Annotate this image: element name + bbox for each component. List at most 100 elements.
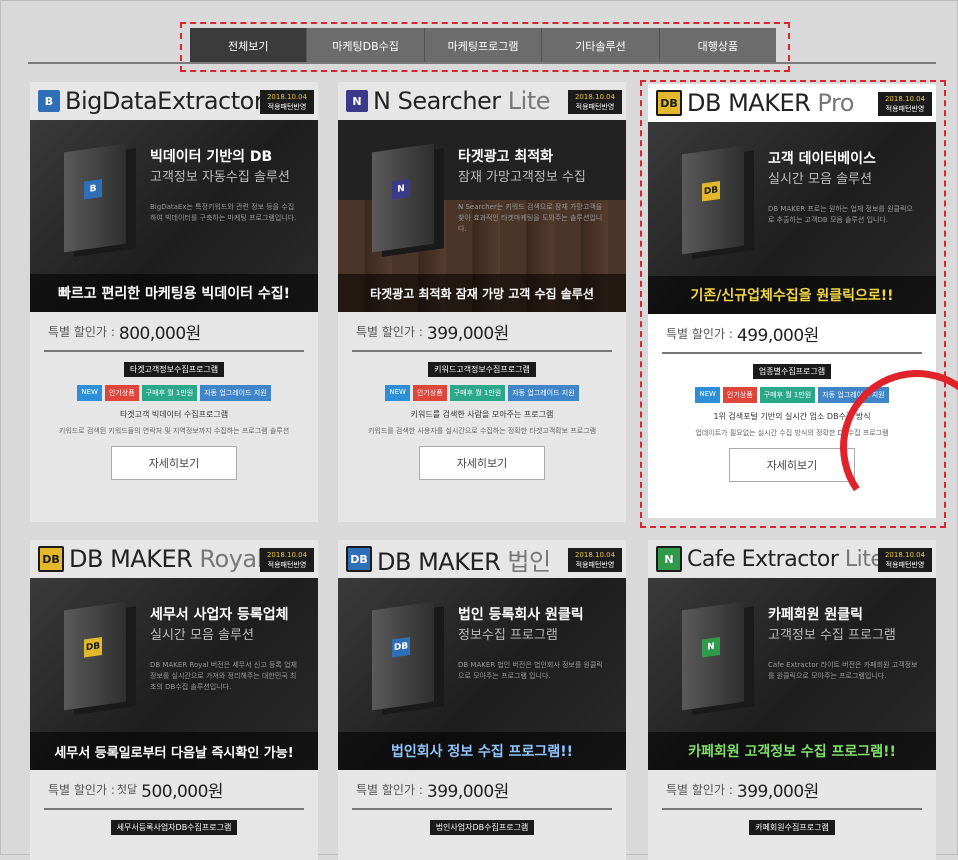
banner-tagline: 타겟광고 최적화 잠재 가망 고객 수집 솔루션 xyxy=(338,274,626,312)
nav-tab-marketing-db[interactable]: 마케팅DB수집 xyxy=(307,28,425,64)
product-banner[interactable]: DB 법인 등록회사 원클릭 정보수집 프로그램 DB MAKER 법인 버전은… xyxy=(338,578,626,770)
banner-description: N Searcher는 키워드 검색으로 잠재 가망고객을 찾아 효과적인 타겟… xyxy=(458,203,603,233)
program-label: 카페회원수집프로그램 xyxy=(749,820,835,835)
product-banner[interactable]: DB 세무서 사업자 등록업체 실시간 모음 솔루션 DB MAKER Roya… xyxy=(30,578,318,770)
product-logo-icon: N xyxy=(346,90,368,112)
program-detail-text: 키워드로 검색된 키워드들의 연락처 및 지역정보까지 수집하는 프로그램 솔루… xyxy=(58,427,290,435)
program-label: 업종별수집프로그램 xyxy=(752,364,832,379)
banner-title: 고객 데이터베이스 xyxy=(768,151,876,167)
tag-monthly: 구매후 월 1만원 xyxy=(141,385,198,401)
product-banner[interactable]: B 빅데이터 기반의 DB 고객정보 자동수집 솔루션 BigDataEx는 특… xyxy=(30,120,318,312)
product-name[interactable]: DB MAKER Royal xyxy=(69,545,263,573)
banner-subtitle: 고객정보 수집 프로그램 xyxy=(768,628,896,643)
price-row: 특별 할인가 :399,000원 xyxy=(352,312,612,352)
update-badge: 2018.10.04 적용패턴반영 xyxy=(878,548,932,572)
product-box-image: N xyxy=(372,143,434,253)
banner-tagline: 기존/신규업체수집을 원클릭으로!! xyxy=(648,276,936,314)
program-detail-text: 키워드를 검색한 사용자를 실시간으로 수집하는 정확한 타겟고객확보 프로그램 xyxy=(367,427,597,435)
product-card-db-maker-corp: DB DB MAKER 법인 2018.10.04 적용패턴반영 DB 법인 등록… xyxy=(338,540,626,860)
view-details-button[interactable]: 자세히보기 xyxy=(111,446,237,480)
view-details-button[interactable]: 자세히보기 xyxy=(729,448,855,482)
product-logo-icon: DB xyxy=(656,90,682,116)
tag-new: NEW xyxy=(385,385,410,401)
program-summary: 키워드를 검색한 사람을 모아주는 프로그램 xyxy=(410,410,554,419)
banner-tagline: 빠르고 편리한 마케팅용 빅데이터 수집! xyxy=(30,274,318,312)
banner-subtitle: 정보수집 프로그램 xyxy=(458,628,558,643)
price-amount: 500,000원 xyxy=(141,781,224,802)
product-name[interactable]: DB MAKER Pro xyxy=(687,89,854,117)
product-banner[interactable]: N 타겟광고 최적화 잠재 가망고객정보 수집 N Searcher는 키워드 … xyxy=(338,120,626,312)
program-label: 법인사업자DB수집프로그램 xyxy=(429,820,535,835)
product-logo-icon: B xyxy=(38,90,60,112)
tag-auto-upgrade: 자동 업그레이드 지원 xyxy=(508,385,579,401)
nav-tab-other-solutions[interactable]: 기타솔루션 xyxy=(542,28,660,64)
product-banner[interactable]: DB 고객 데이터베이스 실시간 모음 솔루션 DB MAKER 프로는 원하는… xyxy=(648,122,936,314)
product-logo-icon: DB xyxy=(38,546,64,572)
product-name[interactable]: N Searcher Lite xyxy=(373,87,551,115)
product-card-db-maker-royal: DB DB MAKER Royal 2018.10.04 적용패턴반영 DB 세무… xyxy=(30,540,318,860)
program-label: 타겟고객정보수집프로그램 xyxy=(123,362,225,377)
program-summary: 타겟고객 빅데이터 수집프로그램 xyxy=(119,410,229,419)
nav-tab-marketing-program[interactable]: 마케팅프로그램 xyxy=(425,28,543,64)
nav-tab-agency[interactable]: 대행상품 xyxy=(660,28,776,64)
price-amount: 800,000원 xyxy=(118,323,201,344)
product-logo-icon: DB xyxy=(346,546,372,572)
banner-subtitle: 잠재 가망고객정보 수집 xyxy=(458,170,586,185)
product-box-image: DB xyxy=(64,601,126,711)
product-name[interactable]: DB MAKER 법인 xyxy=(377,542,551,577)
banner-subtitle: 고객정보 자동수집 솔루션 xyxy=(150,170,290,185)
update-badge: 2018.10.04 적용패턴반영 xyxy=(568,548,622,572)
price-row: 특별 할인가 :399,000원 xyxy=(662,770,922,810)
update-badge: 2018.10.04 적용패턴반영 xyxy=(568,90,622,114)
tag-monthly: 구매후 월 1만원 xyxy=(449,385,506,401)
banner-title: 빅데이터 기반의 DB xyxy=(150,149,273,165)
banner-description: DB MAKER 프로는 원하는 업체 정보를 원클릭으로 추출하는 고객DB … xyxy=(768,205,913,224)
price-amount: 499,000원 xyxy=(736,325,819,346)
product-logo-icon: N xyxy=(656,546,682,572)
view-details-button[interactable]: 자세히보기 xyxy=(419,446,545,480)
tag-monthly: 구매후 월 1만원 xyxy=(759,387,816,403)
card-header: N Cafe Extractor Lite 2018.10.04 적용패턴반영 xyxy=(648,540,936,578)
banner-title: 타겟광고 최적화 xyxy=(458,149,554,165)
update-badge: 2018.10.04 적용패턴반영 xyxy=(260,548,314,572)
banner-title: 세무서 사업자 등록업체 xyxy=(150,607,289,623)
card-header: B BigDataExtractor 2018.10.04 적용패턴반영 xyxy=(30,82,318,120)
nav-tab-all[interactable]: 전체보기 xyxy=(190,28,308,64)
update-badge: 2018.10.04 적용패턴반영 xyxy=(260,90,314,114)
banner-description: DB MAKER Royal 버전은 세무서 신고 등록 업체 정보를 실시간으… xyxy=(150,661,297,691)
price-amount: 399,000원 xyxy=(736,781,819,802)
program-label: 세무서등록사업자DB수집프로그램 xyxy=(110,820,238,835)
product-card-n-searcher-lite: N N Searcher Lite 2018.10.04 적용패턴반영 N 타겟광… xyxy=(338,82,626,522)
divider xyxy=(28,62,936,64)
tag-new: NEW xyxy=(77,385,102,401)
tag-popular: 인기상품 xyxy=(104,385,139,401)
tag-row: NEW 인기상품 구매후 월 1만원 자동 업그레이드 지원 xyxy=(338,385,626,401)
tag-auto-upgrade: 자동 업그레이드 지원 xyxy=(200,385,271,401)
banner-tagline: 세무서 등록일로부터 다음날 즉시확인 가능! xyxy=(30,732,318,770)
program-label: 키워드고객정보수집프로그램 xyxy=(428,362,536,377)
product-card-cafe-extractor-lite: N Cafe Extractor Lite 2018.10.04 적용패턴반영 N… xyxy=(648,540,936,860)
product-box-image: DB xyxy=(682,145,744,255)
price-row: 특별 할인가 :399,000원 xyxy=(352,770,612,810)
banner-title: 법인 등록회사 원클릭 xyxy=(458,607,584,623)
product-banner[interactable]: N 카페회원 원클릭 고객정보 수집 프로그램 Cafe Extractor 라… xyxy=(648,578,936,770)
product-name[interactable]: BigDataExtractor xyxy=(65,87,264,115)
banner-title: 카페회원 원클릭 xyxy=(768,607,864,623)
tag-popular: 인기상품 xyxy=(722,387,757,403)
product-box-image: N xyxy=(682,601,744,711)
banner-tagline: 카페회원 고객정보 수집 프로그램!! xyxy=(648,732,936,770)
price-row: 특별 할인가 :499,000원 xyxy=(662,314,922,354)
tag-new: NEW xyxy=(695,387,720,403)
banner-tagline: 법인회사 정보 수집 프로그램!! xyxy=(338,732,626,770)
banner-description: Cafe Extractor 라이트 버전은 카페회원 고객정보를 원클릭으로 … xyxy=(768,661,918,680)
tag-row: NEW 인기상품 구매후 월 1만원 자동 업그레이드 지원 xyxy=(30,385,318,401)
product-box-image: B xyxy=(64,143,126,253)
banner-subtitle: 실시간 모음 솔루션 xyxy=(768,172,872,187)
card-header: DB DB MAKER 법인 2018.10.04 적용패턴반영 xyxy=(338,540,626,578)
product-name[interactable]: Cafe Extractor Lite xyxy=(687,547,884,572)
price-amount: 399,000원 xyxy=(426,781,509,802)
banner-description: BigDataEx는 특정키워드와 관련 정보 등을 수집하여 빅데이터를 구축… xyxy=(150,203,297,222)
product-card-bigdata-extractor: B BigDataExtractor 2018.10.04 적용패턴반영 B 빅데… xyxy=(30,82,318,522)
card-header: N N Searcher Lite 2018.10.04 적용패턴반영 xyxy=(338,82,626,120)
update-badge: 2018.10.04 적용패턴반영 xyxy=(878,92,932,116)
